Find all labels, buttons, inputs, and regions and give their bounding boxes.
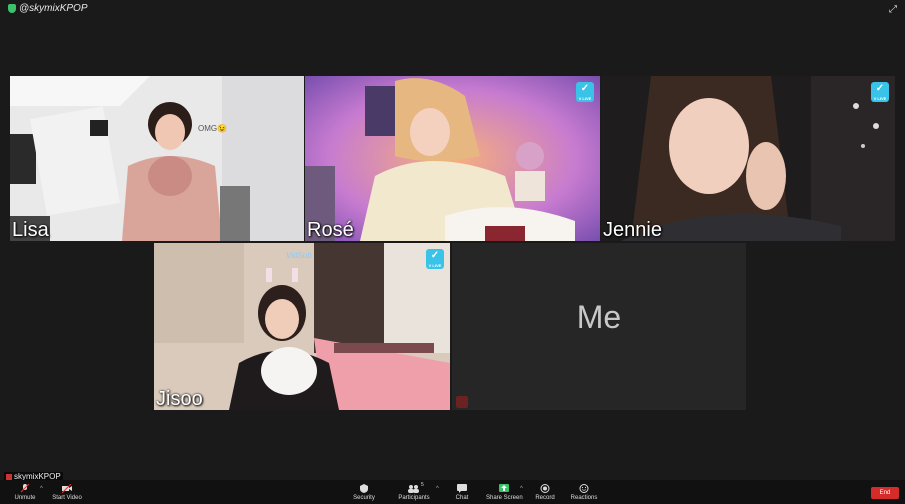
chat-icon: [457, 484, 467, 493]
shield-icon: [360, 484, 368, 493]
record-button[interactable]: Record: [534, 484, 556, 504]
participant-name: Lisa: [12, 219, 49, 241]
audio-options-chevron-icon[interactable]: ^: [40, 486, 43, 492]
channel-watermark: @skymixKPOP: [8, 3, 88, 14]
participant-name: Jennie: [603, 219, 662, 241]
share-screen-button[interactable]: Share Screen: [486, 484, 523, 504]
participants-count: 5: [421, 482, 424, 488]
vlive-badge: ✓ V LIVE: [576, 82, 594, 102]
people-icon: [408, 485, 419, 493]
muted-mic-icon: [456, 396, 468, 408]
jennie-video: [601, 76, 895, 241]
omg-sign: OMG😉: [198, 124, 228, 133]
participant-tile-jisoo[interactable]: VidSub ✓ V LIVE Jisoo: [154, 243, 450, 410]
end-meeting-button[interactable]: End: [871, 487, 899, 499]
participants-button[interactable]: 5 Participants: [396, 482, 432, 504]
muted-icon: [6, 473, 12, 480]
self-label: Me: [576, 299, 622, 335]
share-screen-icon: [499, 484, 509, 492]
chat-button[interactable]: Chat: [452, 484, 472, 504]
security-button[interactable]: Security: [350, 484, 378, 504]
participant-name: Jisoo: [156, 388, 203, 410]
participants-options-chevron-icon[interactable]: ^: [436, 486, 439, 492]
watermark-text: @skymixKPOP: [19, 3, 88, 14]
mic-muted-icon: [20, 484, 30, 493]
smiley-icon: [579, 484, 589, 493]
record-icon: [540, 484, 550, 493]
video-call-window: @skymixKPOP ⤢ OMG😉 Lisa ✓ V LIVE Rosé ✓ …: [0, 0, 905, 504]
self-tile[interactable]: Me: [452, 243, 746, 410]
participant-tile-jennie[interactable]: ✓ V LIVE Jennie: [601, 76, 895, 241]
jisoo-video: [154, 243, 450, 410]
reactions-button[interactable]: Reactions: [570, 484, 598, 504]
fullscreen-icon[interactable]: ⤢: [889, 4, 897, 15]
lisa-video: [10, 76, 304, 241]
vlive-badge: ✓ V LIVE: [871, 82, 889, 102]
top-bar: @skymixKPOP ⤢: [0, 0, 905, 20]
shield-icon[interactable]: [8, 4, 16, 13]
vidsub-watermark: VidSub: [286, 251, 312, 260]
rose-video: [305, 76, 600, 241]
participant-tile-lisa[interactable]: OMG😉 Lisa: [10, 76, 304, 241]
unmute-button[interactable]: Unmute: [12, 484, 38, 504]
start-video-button[interactable]: Start Video: [50, 484, 84, 504]
vlive-badge: ✓ V LIVE: [426, 249, 444, 269]
video-off-icon: [62, 484, 72, 493]
participant-tile-rose[interactable]: ✓ V LIVE Rosé: [305, 76, 600, 241]
participant-name: Rosé: [307, 219, 354, 241]
share-options-chevron-icon[interactable]: ^: [520, 486, 523, 492]
